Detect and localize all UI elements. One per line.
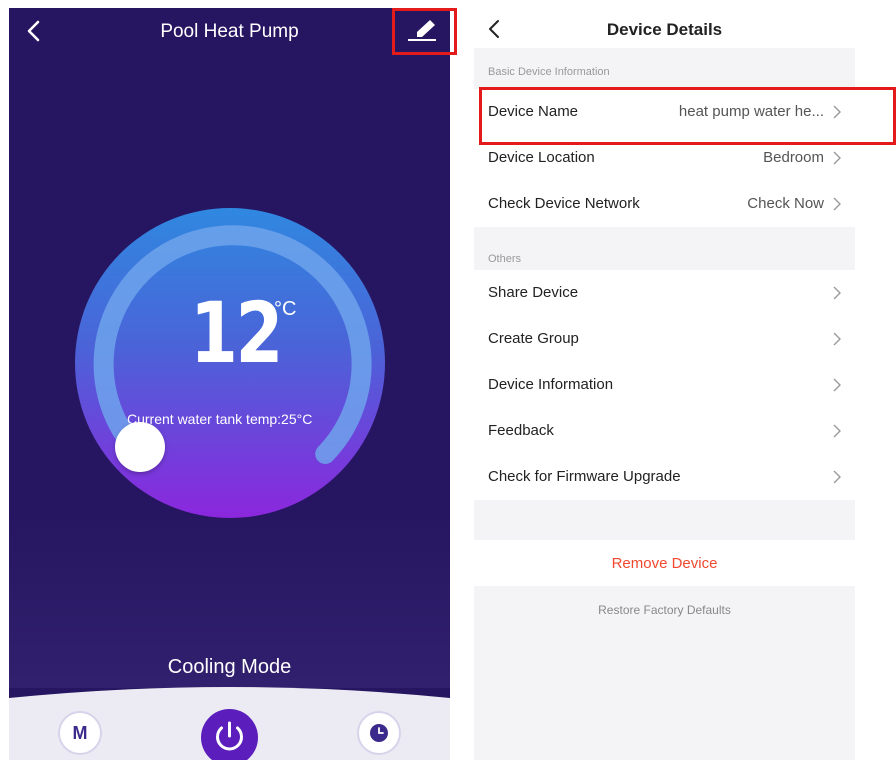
firmware-upgrade-row[interactable]: Check for Firmware Upgrade	[474, 454, 855, 500]
screen-title: Pool Heat Pump	[160, 21, 299, 42]
power-button[interactable]	[201, 709, 258, 760]
row-label: Device Location	[488, 149, 595, 166]
row-value: Bedroom	[763, 149, 824, 166]
temperature-dial: 12 °C Current water tank temp:25°C	[9, 8, 450, 760]
clock-icon	[370, 724, 388, 742]
device-details-screen: Device Details Basic Device Information …	[474, 8, 855, 760]
chevron-right-icon	[833, 151, 841, 165]
chevron-right-icon	[833, 105, 841, 119]
mode-button-label: M	[72, 723, 88, 743]
row-label: Share Device	[488, 284, 579, 301]
create-group-row[interactable]: Create Group	[474, 316, 855, 362]
chevron-right-icon	[833, 286, 841, 300]
edit-button[interactable]	[392, 8, 457, 55]
row-label: Feedback	[488, 422, 554, 439]
current-water-temp-text: Current water tank temp:25°C	[127, 411, 313, 427]
row-value: Check Now	[747, 195, 824, 212]
basic-info-section-label: Basic Device Information	[488, 66, 610, 78]
row-label: Create Group	[488, 330, 579, 347]
dial-graphic	[9, 208, 450, 688]
device-information-row[interactable]: Device Information	[474, 362, 855, 408]
check-network-row[interactable]: Check Device Network Check Now	[474, 181, 855, 227]
device-location-row[interactable]: Device Location Bedroom	[474, 135, 855, 181]
power-icon	[216, 721, 243, 751]
chevron-right-icon	[833, 470, 841, 484]
mode-label: Cooling Mode	[167, 656, 292, 678]
device-name-row[interactable]: Device Name heat pump water he...	[474, 89, 855, 135]
others-section-label: Others	[488, 253, 522, 265]
feedback-row[interactable]: Feedback	[474, 408, 855, 454]
row-label: Device Name	[488, 103, 579, 120]
temperature-unit: °C	[274, 298, 297, 320]
row-label: Check Device Network	[488, 195, 640, 212]
timer-button[interactable]	[357, 711, 401, 755]
chevron-right-icon	[833, 197, 841, 211]
chevron-right-icon	[833, 378, 841, 392]
device-details-header: Device Details	[474, 8, 855, 48]
edit-pencil-icon	[408, 20, 436, 41]
top-bar: Pool Heat Pump	[9, 8, 450, 56]
chevron-right-icon	[833, 332, 841, 346]
restore-factory-defaults-button[interactable]: Restore Factory Defaults	[474, 603, 855, 617]
mode-button[interactable]: M	[58, 711, 102, 755]
row-label: Check for Firmware Upgrade	[488, 468, 681, 485]
set-temperature-value: 12	[190, 284, 283, 382]
heat-pump-control-screen: 12 °C Current water tank temp:25°C Pool …	[9, 8, 450, 760]
row-label: Device Information	[488, 376, 614, 393]
dial-knob[interactable]	[115, 422, 165, 472]
row-value: heat pump water he...	[678, 103, 824, 120]
share-device-row[interactable]: Share Device	[474, 270, 855, 316]
page-title: Device Details	[606, 20, 723, 39]
chevron-right-icon	[833, 424, 841, 438]
remove-device-button[interactable]: Remove Device	[474, 540, 855, 586]
remove-device-label: Remove Device	[611, 555, 718, 572]
